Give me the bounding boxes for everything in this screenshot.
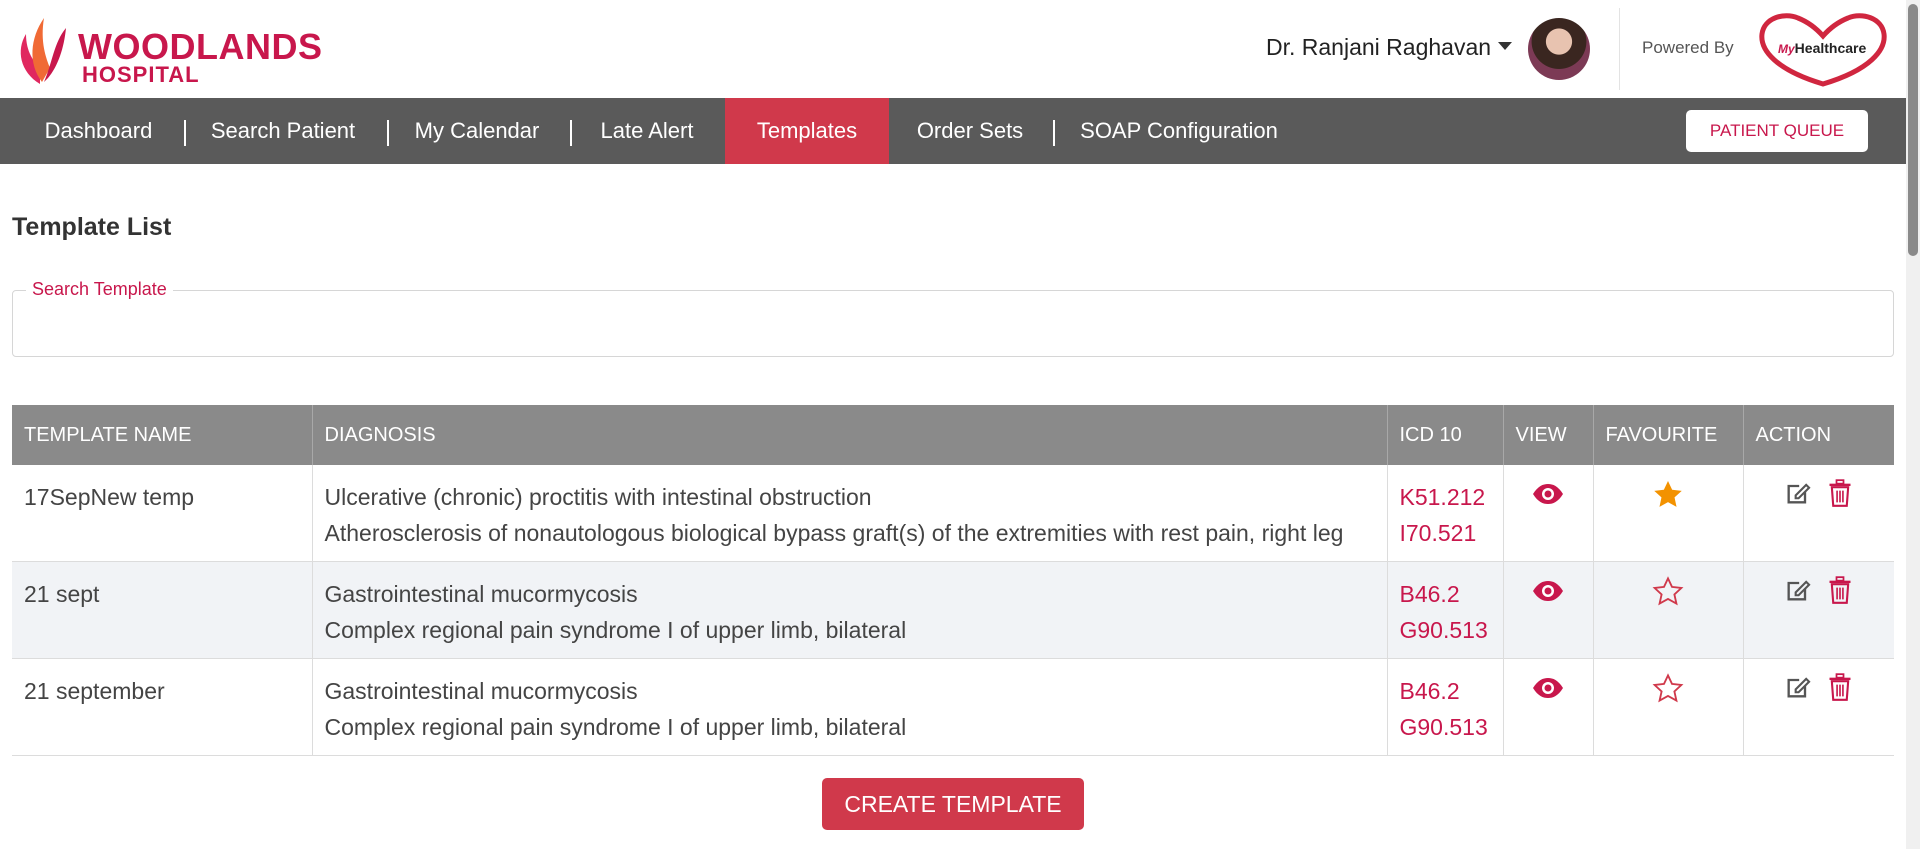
icd10-cell: B46.2 G90.513: [1387, 561, 1504, 659]
col-header-action: ACTION: [1743, 405, 1894, 465]
page-scrollbar-thumb[interactable]: [1908, 4, 1918, 256]
table-row: 21 september Gastrointestinal mucormycos…: [12, 658, 1894, 756]
eye-icon[interactable]: [1532, 576, 1564, 612]
template-table-container[interactable]: TEMPLATE NAME DIAGNOSIS ICD 10 VIEW FAVO…: [12, 405, 1894, 760]
search-template-label: Search Template: [26, 279, 173, 300]
nav-item-my-calendar[interactable]: My Calendar: [398, 98, 556, 164]
icd10-code: B46.2: [1399, 678, 1460, 704]
edit-icon[interactable]: [1784, 576, 1812, 614]
star-filled-icon[interactable]: [1652, 479, 1684, 521]
template-table: TEMPLATE NAME DIAGNOSIS ICD 10 VIEW FAVO…: [12, 405, 1894, 756]
icd10-cell: B46.2 G90.513: [1387, 658, 1504, 756]
nav-separator: [387, 120, 389, 146]
diagnosis-cell: Gastrointestinal mucormycosis Complex re…: [312, 658, 1388, 756]
trash-icon[interactable]: [1827, 576, 1853, 614]
caret-down-icon[interactable]: [1498, 42, 1512, 50]
woodlands-logo[interactable]: WOODLANDS HOSPITAL: [14, 12, 322, 88]
search-template-input[interactable]: [24, 306, 1874, 346]
table-header-row: TEMPLATE NAME DIAGNOSIS ICD 10 VIEW FAVO…: [12, 405, 1894, 465]
star-outline-icon[interactable]: [1652, 576, 1684, 618]
myhealthcare-wordmark: MyHealthcare: [1778, 40, 1867, 56]
col-header-icd10: ICD 10: [1387, 405, 1504, 465]
view-cell: [1503, 658, 1594, 756]
diagnosis-line: Complex regional pain syndrome I of uppe…: [324, 617, 907, 643]
nav-item-search-patient[interactable]: Search Patient: [190, 98, 376, 164]
view-cell: [1503, 465, 1594, 562]
icd10-cell: K51.212 I70.521: [1387, 465, 1504, 562]
favourite-cell: [1593, 658, 1744, 756]
template-name-cell: 21 september: [12, 658, 313, 756]
col-header-template-name: TEMPLATE NAME: [12, 405, 313, 465]
favourite-cell: [1593, 465, 1744, 562]
create-template-button[interactable]: CREATE TEMPLATE: [822, 778, 1084, 830]
icd10-code: G90.513: [1399, 617, 1488, 643]
diagnosis-line: Gastrointestinal mucormycosis: [324, 581, 638, 607]
patient-queue-button[interactable]: PATIENT QUEUE: [1686, 110, 1868, 152]
nav-item-order-sets[interactable]: Order Sets: [902, 98, 1038, 164]
user-menu-name[interactable]: Dr. Ranjani Raghavan: [1266, 34, 1491, 61]
col-header-diagnosis: DIAGNOSIS: [312, 405, 1388, 465]
action-cell: [1743, 658, 1894, 756]
diagnosis-cell: Ulcerative (chronic) proctitis with inte…: [312, 465, 1388, 562]
diagnosis-cell: Gastrointestinal mucormycosis Complex re…: [312, 561, 1388, 659]
icd10-code: I70.521: [1399, 520, 1477, 546]
action-cell: [1743, 561, 1894, 659]
diagnosis-line: Atherosclerosis of nonautologous biologi…: [324, 520, 1344, 546]
header-divider: [1619, 8, 1620, 90]
icd10-code: G90.513: [1399, 714, 1488, 740]
edit-icon[interactable]: [1784, 479, 1812, 517]
logo-flame-icon: [20, 18, 66, 84]
template-name-cell: 17SepNew temp: [12, 465, 313, 562]
icd10-code: K51.212: [1399, 484, 1486, 510]
col-header-favourite: FAVOURITE: [1593, 405, 1744, 465]
nav-item-soap-configuration[interactable]: SOAP Configuration: [1068, 98, 1290, 164]
logo-wordmark-line2: HOSPITAL: [82, 62, 200, 87]
view-cell: [1503, 561, 1594, 659]
avatar[interactable]: [1528, 18, 1590, 80]
powered-by-label: Powered By: [1642, 38, 1734, 57]
diagnosis-line: Ulcerative (chronic) proctitis with inte…: [324, 484, 872, 510]
nav-separator: [184, 120, 186, 146]
page-title: Template List: [12, 213, 172, 241]
table-row: 21 sept Gastrointestinal mucormycosis Co…: [12, 561, 1894, 659]
trash-icon[interactable]: [1827, 673, 1853, 711]
star-outline-icon[interactable]: [1652, 673, 1684, 715]
nav-item-dashboard[interactable]: Dashboard: [20, 98, 177, 164]
nav-item-late-alert[interactable]: Late Alert: [582, 98, 712, 164]
table-row: 17SepNew temp Ulcerative (chronic) proct…: [12, 465, 1894, 562]
diagnosis-line: Complex regional pain syndrome I of uppe…: [324, 714, 907, 740]
diagnosis-line: Gastrointestinal mucormycosis: [324, 678, 638, 704]
template-name-cell: 21 sept: [12, 561, 313, 659]
edit-icon[interactable]: [1784, 673, 1812, 711]
eye-icon[interactable]: [1532, 673, 1564, 709]
icd10-code: B46.2: [1399, 581, 1460, 607]
trash-icon[interactable]: [1827, 479, 1853, 517]
favourite-cell: [1593, 561, 1744, 659]
app-header: WOODLANDS HOSPITAL Dr. Ranjani Raghavan …: [0, 0, 1920, 98]
main-nav: Dashboard Search Patient My Calendar Lat…: [0, 98, 1906, 164]
nav-separator: [1053, 120, 1055, 146]
myhealthcare-logo: MyHealthcare: [1756, 10, 1890, 88]
eye-icon[interactable]: [1532, 479, 1564, 515]
col-header-view: VIEW: [1503, 405, 1594, 465]
nav-separator: [570, 120, 572, 146]
action-cell: [1743, 465, 1894, 562]
nav-item-templates[interactable]: Templates: [725, 98, 889, 164]
